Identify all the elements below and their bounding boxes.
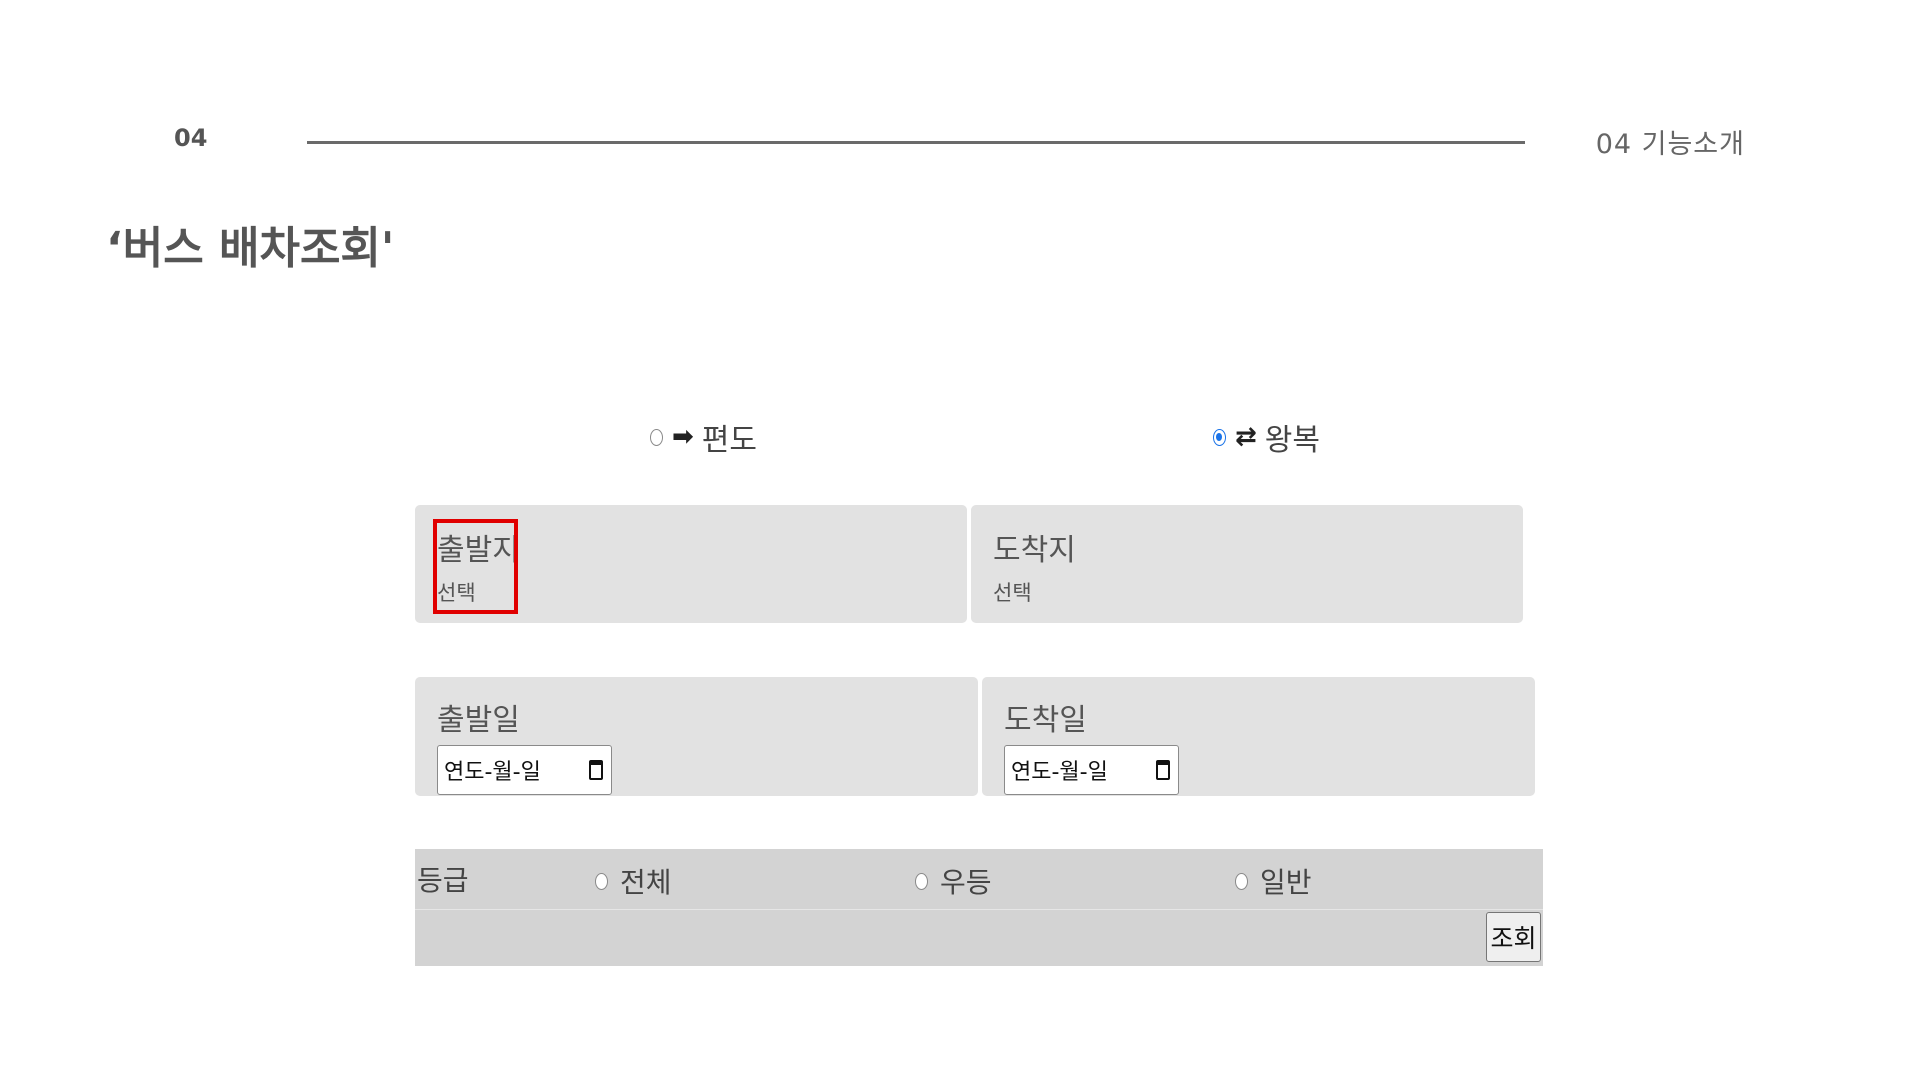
arrival-date-box: 도착일 연도-월-일 <box>982 677 1535 796</box>
grade-normal-radio[interactable] <box>1235 872 1248 890</box>
grade-all-label: 전체 <box>620 866 672 899</box>
grade-option-premium[interactable]: 우등 <box>915 861 992 901</box>
arrival-location-title: 도착지 <box>993 533 1076 568</box>
grade-label: 등급 <box>417 864 469 897</box>
departure-date-title: 출발일 <box>437 703 520 738</box>
grade-row: 등급 전체 우등 일반 <box>415 849 1543 910</box>
calendar-icon[interactable] <box>589 760 603 780</box>
roundtrip-radio[interactable] <box>1213 428 1226 446</box>
departure-location-box[interactable]: 출발지 선택 <box>415 505 967 623</box>
page-number: 04 <box>174 124 208 152</box>
section-label: 04 기능소개 <box>1595 129 1745 160</box>
grade-all-radio[interactable] <box>595 872 608 890</box>
trip-type-oneway[interactable]: ➡ 편도 <box>650 415 757 459</box>
grade-option-all[interactable]: 전체 <box>595 861 672 901</box>
arrival-date-title: 도착일 <box>1004 703 1087 738</box>
header-divider <box>307 141 1525 144</box>
grade-premium-label: 우등 <box>940 866 992 899</box>
highlight-box <box>433 519 518 614</box>
grade-panel: 등급 전체 우등 일반 조회 <box>415 849 1543 966</box>
grade-normal-label: 일반 <box>1260 866 1312 899</box>
oneway-label: 편도 <box>701 423 757 458</box>
calendar-icon[interactable] <box>1156 760 1170 780</box>
departure-date-input[interactable]: 연도-월-일 <box>437 745 612 795</box>
arrival-location-box[interactable]: 도착지 선택 <box>971 505 1523 623</box>
slide-title: ‘버스 배차조회' <box>106 223 395 274</box>
departure-date-box: 출발일 연도-월-일 <box>415 677 978 796</box>
departure-date-placeholder: 연도-월-일 <box>444 760 541 785</box>
arrival-date-placeholder: 연도-월-일 <box>1011 760 1108 785</box>
trip-type-roundtrip[interactable]: ⇄ 왕복 <box>1213 415 1320 459</box>
search-button[interactable]: 조회 <box>1486 912 1541 962</box>
swap-arrows-icon: ⇄ <box>1235 422 1257 452</box>
oneway-radio[interactable] <box>650 428 663 446</box>
roundtrip-label: 왕복 <box>1264 423 1320 458</box>
grade-option-normal[interactable]: 일반 <box>1235 861 1312 901</box>
arrival-location-select[interactable]: 선택 <box>993 577 1032 607</box>
right-arrow-icon: ➡ <box>672 422 694 452</box>
grade-premium-radio[interactable] <box>915 872 928 890</box>
arrival-date-input[interactable]: 연도-월-일 <box>1004 745 1179 795</box>
